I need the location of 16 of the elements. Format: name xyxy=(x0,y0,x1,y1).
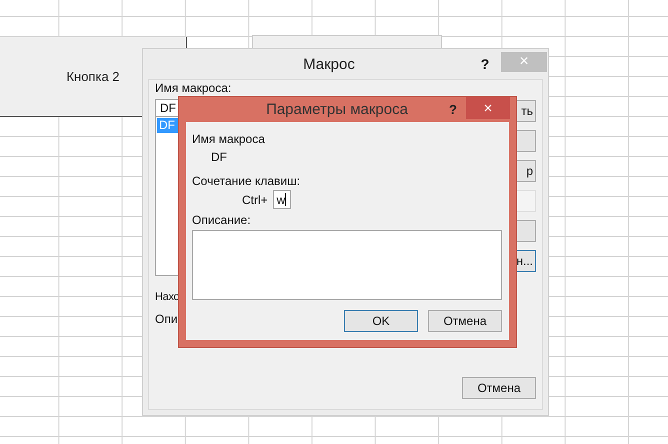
help-button[interactable]: ? xyxy=(475,56,495,72)
dialog-button[interactable]: OK xyxy=(344,310,418,332)
close-button[interactable]: × xyxy=(466,97,510,119)
macro-name: DF xyxy=(211,150,227,165)
help-button[interactable]: ? xyxy=(445,102,461,116)
shortcut-key-field[interactable]: w xyxy=(272,190,291,209)
description-field[interactable] xyxy=(192,230,502,300)
field-label: Опи xyxy=(155,312,178,326)
field-label: Ctrl+ xyxy=(242,192,268,206)
field-label: Сочетание клавиш: xyxy=(192,174,300,189)
window-title: Параметры макроса xyxy=(265,100,409,118)
window-title: Макрос xyxy=(302,56,356,72)
field-label: Имя макроса xyxy=(192,132,265,147)
dialog-button[interactable]: Отмена xyxy=(428,310,502,332)
field-label: Описание: xyxy=(192,213,251,228)
cancel-button[interactable]: Отмена xyxy=(462,377,536,399)
